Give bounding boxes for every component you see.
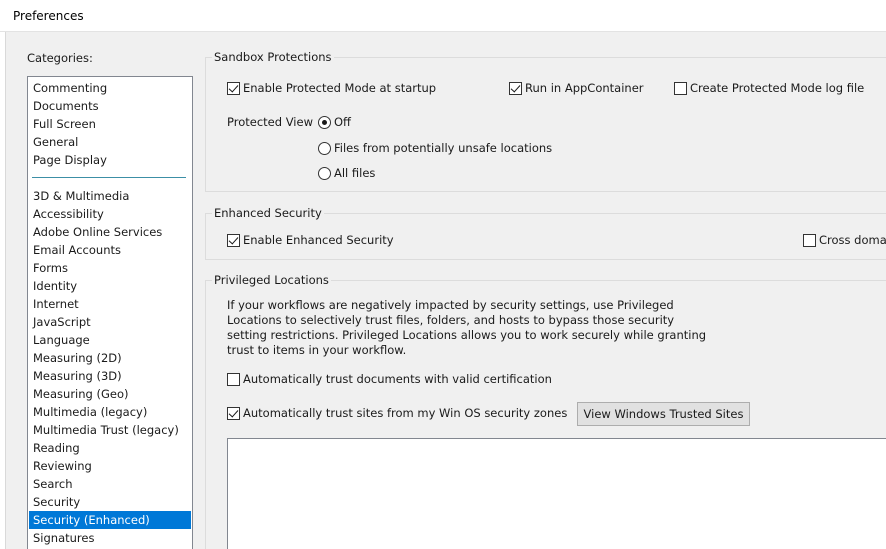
background-window-edge: [0, 32, 6, 549]
app-container-label: Run in AppContainer: [525, 81, 644, 95]
category-item-3d-multimedia[interactable]: 3D & Multimedia: [29, 187, 191, 205]
category-item-measuring-3d[interactable]: Measuring (3D): [29, 367, 191, 385]
trust-os-zones-label: Automatically trust sites from my Win OS…: [243, 406, 568, 420]
window-title: Preferences: [13, 9, 84, 23]
cross-domain-label: Cross domai: [819, 233, 886, 247]
radio-off-label: Off: [334, 115, 351, 129]
enable-enhanced-label: Enable Enhanced Security: [243, 233, 394, 247]
category-item-measuring-geo[interactable]: Measuring (Geo): [29, 385, 191, 403]
protected-mode-checkbox-box[interactable]: [227, 82, 240, 95]
category-item-full-screen[interactable]: Full Screen: [29, 115, 191, 133]
category-item-adobe-online-services[interactable]: Adobe Online Services: [29, 223, 191, 241]
category-item-security-enhanced[interactable]: Security (Enhanced): [29, 511, 191, 529]
privileged-locations-title: Privileged Locations: [212, 273, 331, 287]
trust-certified-label: Automatically trust documents with valid…: [243, 372, 552, 386]
categories-label: Categories:: [27, 51, 93, 65]
category-item-security[interactable]: Security: [29, 493, 191, 511]
sandbox-protections-title: Sandbox Protections: [212, 50, 334, 64]
categories-separator: [32, 177, 186, 178]
category-item-reading[interactable]: Reading: [29, 439, 191, 457]
category-item-multimedia-trust-legacy[interactable]: Multimedia Trust (legacy): [29, 421, 191, 439]
view-windows-trusted-sites-button[interactable]: View Windows Trusted Sites: [577, 402, 750, 426]
radio-all-circle[interactable]: [318, 167, 331, 180]
category-item-search[interactable]: Search: [29, 475, 191, 493]
category-item-accessibility[interactable]: Accessibility: [29, 205, 191, 223]
protected-mode-label: Enable Protected Mode at startup: [243, 81, 437, 95]
enhanced-security-title: Enhanced Security: [212, 206, 324, 220]
protected-view-label: Protected View: [227, 115, 313, 129]
category-item-reviewing[interactable]: Reviewing: [29, 457, 191, 475]
log-file-checkbox-box[interactable]: [674, 82, 687, 95]
category-item-javascript[interactable]: JavaScript: [29, 313, 191, 331]
radio-unsafe-circle[interactable]: [318, 142, 331, 155]
privileged-locations-description: If your workflows are negatively impacte…: [227, 298, 707, 357]
log-file-label: Create Protected Mode log file: [690, 81, 865, 95]
category-item-language[interactable]: Language: [29, 331, 191, 349]
preferences-window: Preferences Categories: Commenting Docume…: [0, 0, 886, 549]
trust-os-zones-checkbox-box[interactable]: [227, 407, 240, 420]
title-bar: Preferences: [0, 0, 886, 32]
category-item-general[interactable]: General: [29, 133, 191, 151]
trust-certified-checkbox-box[interactable]: [227, 373, 240, 386]
category-item-multimedia-legacy[interactable]: Multimedia (legacy): [29, 403, 191, 421]
category-item-measuring-2d[interactable]: Measuring (2D): [29, 349, 191, 367]
category-item-identity[interactable]: Identity: [29, 277, 191, 295]
radio-all-label: All files: [334, 166, 376, 180]
category-item-forms[interactable]: Forms: [29, 259, 191, 277]
cross-domain-checkbox-box[interactable]: [803, 234, 816, 247]
category-item-signatures[interactable]: Signatures: [29, 529, 191, 547]
radio-off-circle[interactable]: [318, 116, 331, 129]
radio-unsafe-label: Files from potentially unsafe locations: [334, 141, 553, 155]
categories-list[interactable]: Commenting Documents Full Screen General Pag…: [27, 76, 193, 549]
category-item-commenting[interactable]: Commenting: [29, 79, 191, 97]
category-item-email-accounts[interactable]: Email Accounts: [29, 241, 191, 259]
app-container-checkbox-box[interactable]: [509, 82, 522, 95]
category-item-internet[interactable]: Internet: [29, 295, 191, 313]
category-item-page-display[interactable]: Page Display: [29, 151, 191, 169]
privileged-locations-list[interactable]: [227, 438, 886, 549]
category-item-documents[interactable]: Documents: [29, 97, 191, 115]
enable-enhanced-checkbox-box[interactable]: [227, 234, 240, 247]
